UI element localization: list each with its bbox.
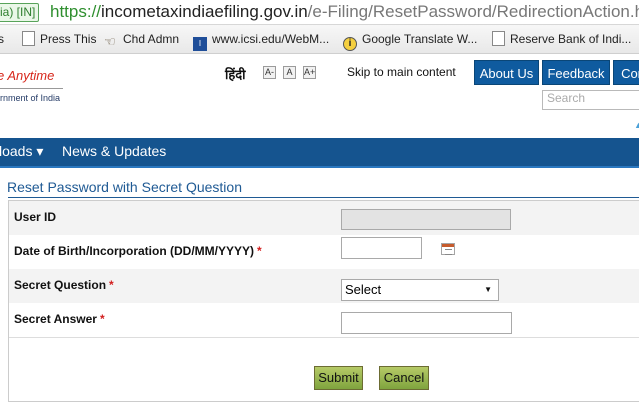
hindi-link[interactable]: हिंदी	[225, 65, 246, 83]
secret-question-label: Secret Question *	[14, 278, 114, 292]
page-icon	[492, 31, 505, 46]
secret-answer-input[interactable]	[341, 312, 512, 334]
search-input[interactable]: Search	[542, 90, 639, 110]
user-id-label: User ID	[14, 210, 57, 224]
page-title: Reset Password with Secret Question	[7, 179, 242, 195]
government-label: ernment of India	[0, 88, 63, 103]
secret-answer-row: Secret Answer *	[9, 303, 639, 338]
url-domain: incometaxindiaefiling.gov.in	[101, 2, 308, 21]
secret-question-select[interactable]: Select	[341, 279, 499, 301]
heading-rule	[8, 197, 639, 198]
bookmarks-bar: s Press This ☜ Chd Admn Iwww.icsi.edu/Web…	[0, 25, 639, 54]
dropdown-caret-icon: ▾	[36, 143, 44, 159]
nav-news-updates[interactable]: News & Updates	[62, 143, 166, 159]
url-path: /e-Filing/ResetPassword/RedirectionActio…	[307, 2, 639, 21]
secure-site-badge[interactable]: ia) [IN]	[0, 3, 40, 22]
url-scheme: https://	[50, 2, 102, 21]
required-marker: *	[257, 244, 262, 258]
cancel-button[interactable]: Cancel	[379, 366, 429, 390]
user-id-field	[341, 209, 511, 230]
dob-row: Date of Birth/Incorporation (DD/MM/YYYY)…	[9, 235, 639, 270]
hand-icon: ☜	[104, 34, 116, 49]
feedback-button[interactable]: Feedback	[542, 60, 610, 85]
required-marker: *	[99, 312, 105, 326]
bookmark-press-this[interactable]: Press This	[22, 28, 96, 50]
bookmark-chd-admn[interactable]: ☜ Chd Admn	[104, 28, 179, 50]
required-marker: *	[109, 278, 114, 292]
main-navigation: loads ▾ News & Updates	[0, 138, 639, 168]
info-icon: i	[343, 37, 357, 51]
dob-input[interactable]	[341, 237, 422, 259]
dob-label: Date of Birth/Incorporation (DD/MM/YYYY)…	[14, 244, 262, 258]
font-size-decrease-button[interactable]: A-	[263, 66, 276, 79]
calendar-icon[interactable]	[441, 243, 455, 255]
bookmark-reserve-bank[interactable]: Reserve Bank of Indi...	[492, 28, 631, 50]
bookmark-google-translate[interactable]: i Google Translate W...	[343, 28, 477, 51]
secret-question-row: Secret Question *	[9, 269, 639, 304]
page-arrow-icon: ▲	[634, 120, 639, 130]
site-tagline: e Anytime	[0, 68, 55, 83]
url-text[interactable]: https://incometaxindiaefiling.gov.in/e-F…	[50, 1, 639, 23]
address-bar[interactable]: ia) [IN] https://incometaxindiaefiling.g…	[0, 0, 639, 25]
font-size-increase-button[interactable]: A+	[303, 66, 316, 79]
bookmark-icsi[interactable]: Iwww.icsi.edu/WebM...	[193, 28, 329, 51]
submit-button[interactable]: Submit	[314, 366, 363, 390]
contact-button[interactable]: Con	[613, 60, 639, 85]
skip-to-content-link[interactable]: Skip to main content	[347, 65, 456, 79]
bookmark-partial[interactable]: s	[0, 28, 4, 50]
icsi-icon: I	[193, 37, 207, 51]
page-icon	[22, 31, 35, 46]
user-id-row: User ID	[9, 201, 639, 236]
nav-downloads[interactable]: loads ▾	[0, 143, 43, 160]
font-size-normal-button[interactable]: A	[283, 66, 296, 79]
about-us-button[interactable]: About Us	[474, 60, 539, 85]
secret-answer-label: Secret Answer *	[14, 312, 105, 326]
